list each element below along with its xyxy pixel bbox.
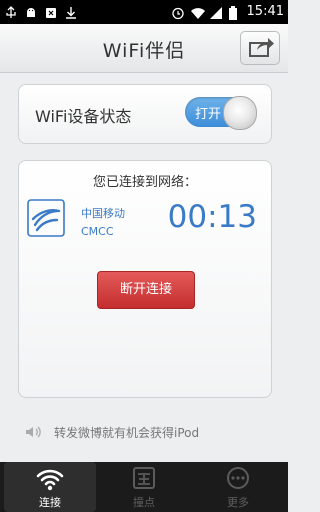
title-bar: WiFi伴侣 bbox=[0, 24, 288, 73]
wifi-status-label: WiFi设备状态 bbox=[35, 107, 132, 126]
toggle-knob[interactable] bbox=[223, 96, 257, 130]
disconnect-button[interactable]: 断开连接 bbox=[97, 271, 195, 309]
connection-title: 您已连接到网络： bbox=[92, 175, 197, 190]
share-button[interactable] bbox=[240, 31, 280, 65]
wifi-signal-icon bbox=[190, 5, 205, 19]
speaker-icon bbox=[26, 426, 41, 438]
android-icon bbox=[24, 5, 38, 19]
nav-label-hotspot: 撞点 bbox=[133, 496, 155, 509]
signal-icon bbox=[209, 5, 223, 19]
nav-tab-connect[interactable]: 连接 bbox=[4, 462, 96, 512]
carrier-name: 中国移动 bbox=[81, 207, 125, 220]
wifi-icon bbox=[36, 469, 64, 491]
more-icon bbox=[227, 467, 249, 489]
promo-text: 转发微博就有机会获得iPod bbox=[54, 426, 200, 440]
nav-label-more: 更多 bbox=[227, 496, 249, 509]
china-mobile-logo bbox=[27, 199, 65, 237]
network-ssid: CMCC bbox=[81, 225, 114, 238]
download-icon bbox=[64, 5, 78, 19]
map-icon bbox=[133, 467, 155, 489]
nav-tab-more[interactable]: 更多 bbox=[192, 462, 284, 512]
connection-duration: 00:13 bbox=[167, 199, 257, 235]
wifi-toggle[interactable]: 打开 bbox=[185, 96, 257, 130]
alarm-icon bbox=[171, 5, 185, 20]
nav-label-connect: 连接 bbox=[39, 496, 61, 509]
share-icon bbox=[249, 38, 274, 57]
usb-icon bbox=[4, 5, 18, 19]
wifi-status-card: WiFi设备状态 打开 bbox=[18, 84, 272, 144]
usb-debug-icon bbox=[44, 5, 58, 19]
toggle-label: 打开 bbox=[195, 107, 222, 122]
nav-tab-hotspot[interactable]: 撞点 bbox=[98, 462, 190, 512]
status-time: 15:41 bbox=[246, 4, 284, 19]
status-bar: 15:41 bbox=[0, 0, 288, 24]
bottom-nav: 连接 撞点 更多 bbox=[0, 462, 288, 512]
battery-icon bbox=[228, 5, 242, 20]
connection-card: 您已连接到网络： 中国移动 CMCC 00:13 断开连接 bbox=[18, 160, 272, 398]
